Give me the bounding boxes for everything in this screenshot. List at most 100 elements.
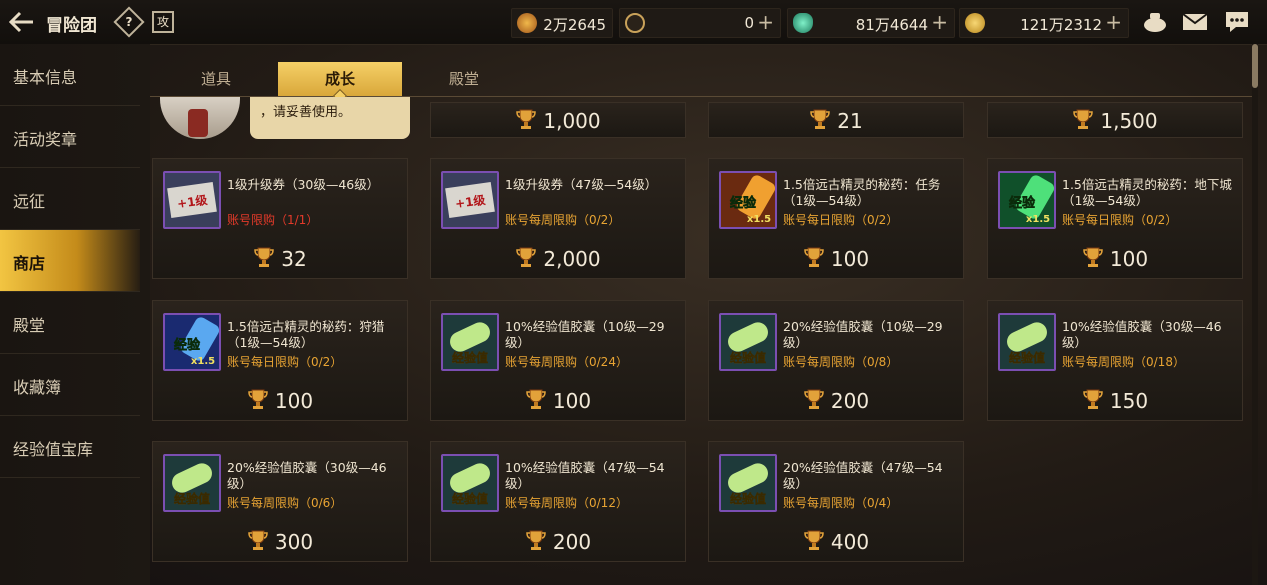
currency-cera-add-button[interactable]: + bbox=[757, 10, 774, 34]
product-name: 20%经验值胶囊（10级—29级） bbox=[783, 319, 943, 350]
product-price: 21 bbox=[709, 103, 963, 139]
back-arrow-icon bbox=[9, 11, 33, 33]
back-button[interactable] bbox=[8, 8, 36, 36]
tab-hall[interactable]: 殿堂 bbox=[402, 62, 526, 96]
trophy-icon bbox=[809, 108, 831, 134]
product-name: 1级升级券（30级—46级） bbox=[227, 177, 380, 192]
product-card-partial[interactable]: 1,000 bbox=[430, 102, 686, 138]
sidebar-item-label: 活动奖章 bbox=[13, 130, 78, 149]
product-card[interactable]: 经验 x1.5 1.5倍远古精灵的秘药：地下城（1级—54级） 账号每日限购（0/2）… bbox=[987, 158, 1243, 279]
product-name: 1.5倍远古精灵的秘药：地下城（1级—54级） bbox=[1062, 177, 1232, 208]
exp-capsule-icon: 经验值 bbox=[443, 315, 497, 369]
trophy-icon bbox=[1082, 388, 1104, 414]
tab-growth[interactable]: 成长 bbox=[278, 62, 402, 96]
sidebar: 基本信息 活动奖章 远征 商店 殿堂 收藏簿 经验值宝库 bbox=[0, 44, 150, 585]
product-card[interactable]: +1级 1级升级券（47级—54级） 账号每周限购（0/2） 2,000 bbox=[430, 158, 686, 279]
product-card[interactable]: 经验值 10%经验值胶囊（10级—29级） 账号每周限购（0/24） 100 bbox=[430, 300, 686, 421]
help-glyph: ? bbox=[125, 15, 133, 29]
scrollbar[interactable] bbox=[1252, 44, 1258, 585]
shop-content: ，请妥善使用。 1,000 21 1,500 +1级 1级升级券（30级—46级）… bbox=[150, 97, 1252, 585]
product-card[interactable]: 经验值 10%经验值胶囊（47级—54级） 账号每周限购（0/12） 200 bbox=[430, 441, 686, 562]
product-card[interactable]: +1级 1级升级券（30级—46级） 账号限购（1/1） 32 bbox=[152, 158, 408, 279]
tab-items[interactable]: 道具 bbox=[154, 62, 278, 96]
purchase-limit: 账号每周限购（0/18） bbox=[1062, 355, 1185, 369]
product-card-partial[interactable]: 21 bbox=[708, 102, 964, 138]
price-value: 21 bbox=[837, 109, 863, 133]
level-ticket-icon: +1级 bbox=[443, 173, 497, 227]
price-value: 2,000 bbox=[543, 247, 601, 271]
currency-crystal: 81万4644 + bbox=[787, 8, 955, 38]
exp-capsule-icon: 经验值 bbox=[721, 315, 775, 369]
product-thumbnail: 经验 x1.5 bbox=[163, 313, 221, 371]
mail-icon[interactable] bbox=[1182, 10, 1208, 34]
product-name: 10%经验值胶囊（10级—29级） bbox=[505, 319, 665, 350]
sidebar-item-exp-vault[interactable]: 经验值宝库 bbox=[0, 416, 140, 478]
gold-coin-icon bbox=[965, 13, 985, 33]
potion-label: 经验 bbox=[174, 337, 201, 353]
product-card[interactable]: 经验值 20%经验值胶囊（47级—54级） 账号每周限购（0/4） 400 bbox=[708, 441, 964, 562]
product-price: 100 bbox=[988, 241, 1242, 277]
potion-multiplier: x1.5 bbox=[747, 214, 771, 225]
chat-icon[interactable] bbox=[1224, 10, 1250, 34]
product-price: 32 bbox=[153, 241, 407, 277]
bag-icon[interactable] bbox=[1142, 10, 1168, 34]
purchase-limit: 账号每周限购（0/6） bbox=[227, 496, 343, 510]
product-price: 100 bbox=[431, 383, 685, 419]
exp-capsule-icon: 经验值 bbox=[443, 456, 497, 510]
trophy-icon bbox=[525, 529, 547, 555]
product-price: 2,000 bbox=[431, 241, 685, 277]
npc-speech-text: ，请妥善使用。 bbox=[260, 105, 352, 120]
exp-potion-icon: 经验 x1.5 bbox=[1000, 173, 1054, 227]
product-price: 300 bbox=[153, 524, 407, 560]
price-value: 100 bbox=[274, 389, 314, 413]
trophy-icon bbox=[515, 246, 537, 272]
currency-gold-add-button[interactable]: + bbox=[1105, 10, 1122, 34]
exp-potion-icon: 经验 x1.5 bbox=[165, 315, 219, 369]
trophy-icon bbox=[253, 246, 275, 272]
sidebar-item-basic-info[interactable]: 基本信息 bbox=[0, 44, 140, 106]
trophy-icon bbox=[515, 108, 537, 134]
capsule-label: 经验值 bbox=[174, 491, 210, 506]
sidebar-item-label: 殿堂 bbox=[13, 316, 46, 335]
price-value: 200 bbox=[552, 530, 592, 554]
price-value: 100 bbox=[552, 389, 592, 413]
npc-speech-bubble: ，请妥善使用。 bbox=[250, 97, 410, 139]
trophy-icon bbox=[517, 13, 537, 33]
sidebar-item-event-medal[interactable]: 活动奖章 bbox=[0, 106, 140, 168]
price-value: 200 bbox=[830, 389, 870, 413]
product-card[interactable]: 经验 x1.5 1.5倍远古精灵的秘药：狩猎（1级—54级） 账号每日限购（0/2） 1… bbox=[152, 300, 408, 421]
help-icon[interactable]: ? bbox=[113, 6, 145, 38]
capsule-label: 经验值 bbox=[452, 350, 488, 365]
npc-portrait bbox=[160, 97, 240, 139]
product-card[interactable]: 经验 x1.5 1.5倍远古精灵的秘药：任务（1级—54级） 账号每日限购（0/2） 1… bbox=[708, 158, 964, 279]
currency-crystal-add-button[interactable]: + bbox=[931, 10, 948, 34]
price-value: 1,000 bbox=[543, 109, 601, 133]
product-card[interactable]: 经验值 20%经验值胶囊（30级—46级） 账号每周限购（0/6） 300 bbox=[152, 441, 408, 562]
product-card-partial[interactable]: 1,500 bbox=[987, 102, 1243, 138]
product-thumbnail: 经验值 bbox=[719, 454, 777, 512]
cera-coin-icon bbox=[625, 13, 645, 33]
purchase-limit: 账号限购（1/1） bbox=[227, 213, 319, 227]
sidebar-item-collection[interactable]: 收藏簿 bbox=[0, 354, 140, 416]
product-name: 1.5倍远古精灵的秘药：狩猎（1级—54级） bbox=[227, 319, 385, 350]
product-price: 1,000 bbox=[431, 103, 685, 139]
product-thumbnail: 经验值 bbox=[719, 313, 777, 371]
currency-gold: 121万2312 + bbox=[959, 8, 1129, 38]
product-name: 20%经验值胶囊（47级—54级） bbox=[783, 460, 943, 491]
price-value: 400 bbox=[830, 530, 870, 554]
sidebar-item-expedition[interactable]: 远征 bbox=[0, 168, 140, 230]
trophy-icon bbox=[247, 529, 269, 555]
exp-potion-icon: 经验 x1.5 bbox=[721, 173, 775, 227]
product-card[interactable]: 经验值 20%经验值胶囊（10级—29级） 账号每周限购（0/8） 200 bbox=[708, 300, 964, 421]
product-name: 20%经验值胶囊（30级—46级） bbox=[227, 460, 387, 491]
sidebar-item-shop[interactable]: 商店 bbox=[0, 230, 140, 292]
product-price: 1,500 bbox=[988, 103, 1242, 139]
product-card[interactable]: 经验值 10%经验值胶囊（30级—46级） 账号每周限购（0/18） 150 bbox=[987, 300, 1243, 421]
guide-icon[interactable]: 攻 bbox=[152, 11, 174, 33]
product-price: 400 bbox=[709, 524, 963, 560]
sidebar-item-label: 收藏簿 bbox=[13, 378, 62, 397]
product-price: 200 bbox=[431, 524, 685, 560]
sidebar-item-label: 基本信息 bbox=[13, 68, 78, 87]
scrollbar-thumb[interactable] bbox=[1252, 44, 1258, 88]
sidebar-item-hall[interactable]: 殿堂 bbox=[0, 292, 140, 354]
